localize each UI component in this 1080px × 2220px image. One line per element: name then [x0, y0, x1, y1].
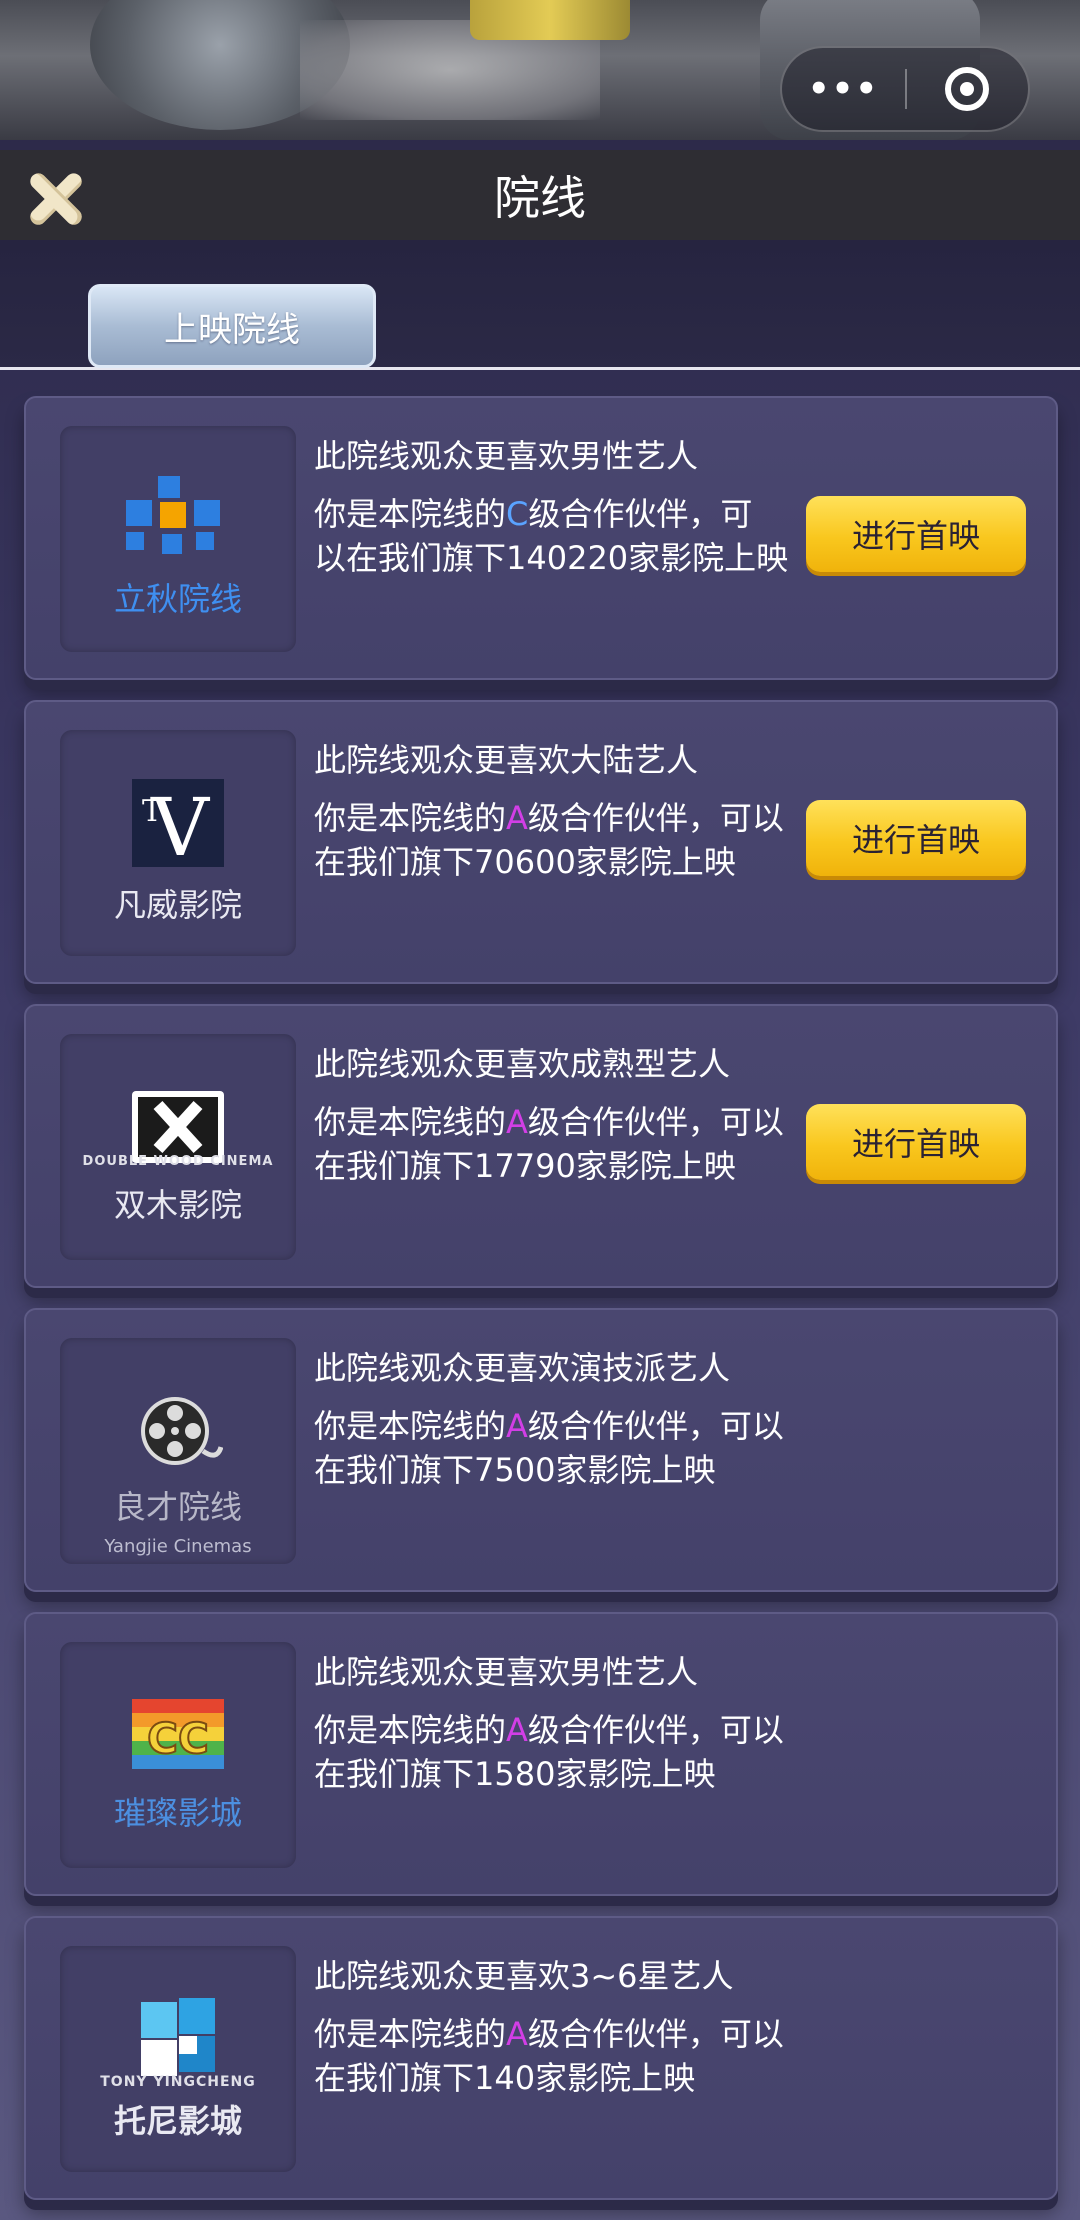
cinema-card: 立秋院线 此院线观众更喜欢男性艺人 你是本院线的C级合作伙伴，可 以在我们旗下1… [24, 396, 1058, 680]
audience-preference: 此院线观众更喜欢演技派艺人 [314, 1349, 731, 1387]
desc-theaters: 在我们旗下7500家影院上映 [314, 1451, 716, 1489]
desc-prefix: 你是本院线的 [314, 495, 507, 533]
partner-grade: A [506, 1103, 528, 1141]
cinema-logo: 立秋院线 [60, 426, 296, 652]
partner-grade: A [506, 1711, 528, 1749]
partner-grade: A [506, 1407, 528, 1445]
cinema-card: DOUBLE WOOD CINEMA 双木影院 此院线观众更喜欢成熟型艺人 你是… [24, 1004, 1058, 1288]
desc-prefix: 你是本院线的 [314, 2015, 507, 2053]
desc-theaters: 在我们旗下70600家影院上映 [314, 843, 736, 881]
close-icon[interactable] [26, 168, 84, 226]
liqiu-logo-icon [60, 464, 296, 574]
premiere-button[interactable]: 进行首映 [806, 800, 1026, 876]
page: ••• 院线 上映院线 立秋院线 此院线观众更喜欢男性艺人 你是本院线的C级合作… [0, 0, 1080, 2220]
desc-suffix: 级合作伙伴，可以 [527, 799, 784, 837]
desc-theaters: 以在我们旗下140220家影院上映 [314, 539, 789, 577]
cinema-info: 此院线观众更喜欢成熟型艺人 你是本院线的A级合作伙伴，可以 在我们旗下17790… [314, 1042, 834, 1188]
partner-grade: C [506, 495, 529, 533]
premiere-button[interactable]: 进行首映 [806, 1104, 1026, 1180]
cinema-info: 此院线观众更喜欢演技派艺人 你是本院线的A级合作伙伴，可以 在我们旗下7500家… [314, 1346, 834, 1492]
cinema-info: 此院线观众更喜欢3~6星艺人 你是本院线的A级合作伙伴，可以 在我们旗下140家… [314, 1954, 834, 2100]
desc-suffix: 级合作伙伴，可以 [527, 1407, 784, 1445]
cinema-logo-name: 璀璨影城 [113, 1794, 242, 1832]
film-reel-icon [60, 1376, 296, 1486]
cinema-card: TONY YINGCHENG 托尼影城 此院线观众更喜欢3~6星艺人 你是本院线… [24, 1916, 1058, 2200]
partner-description: 你是本院线的C级合作伙伴，可 以在我们旗下140220家影院上映 [314, 492, 834, 580]
cinema-logo-name: 立秋院线 [113, 580, 242, 618]
audience-preference: 此院线观众更喜欢大陆艺人 [314, 741, 699, 779]
partner-description: 你是本院线的A级合作伙伴，可以 在我们旗下70600家影院上映 [314, 796, 834, 884]
tab-showing-cinemas[interactable]: 上映院线 [88, 284, 376, 368]
cinema-logo-name: 双木影院 [113, 1186, 242, 1224]
partner-description: 你是本院线的A级合作伙伴，可以 在我们旗下7500家影院上映 [314, 1404, 834, 1492]
desc-theaters: 在我们旗下140家影院上映 [314, 2059, 696, 2097]
cinema-card: V T 凡威影院 此院线观众更喜欢大陆艺人 你是本院线的A级合作伙伴，可以 在我… [24, 700, 1058, 984]
cuican-logo-mark-text: CC [147, 1714, 209, 1763]
cinema-logo: 良才院线 Yangjie Cinemas [60, 1338, 296, 1564]
desc-prefix: 你是本院线的 [314, 799, 507, 837]
cinema-logo-name: 良才院线 [113, 1488, 242, 1526]
cinema-logo: CC 璀璨影城 [60, 1642, 296, 1868]
audience-preference: 此院线观众更喜欢男性艺人 [314, 1653, 699, 1691]
cinema-logo-subtitle: TONY YINGCHENG [100, 2074, 256, 2090]
desc-prefix: 你是本院线的 [314, 1407, 507, 1445]
desc-theaters: 在我们旗下1580家影院上映 [314, 1755, 716, 1793]
cinema-info: 此院线观众更喜欢男性艺人 你是本院线的C级合作伙伴，可 以在我们旗下140220… [314, 434, 834, 580]
more-dots-icon[interactable]: ••• [782, 69, 905, 109]
partner-description: 你是本院线的A级合作伙伴，可以 在我们旗下140家影院上映 [314, 2012, 834, 2100]
cinema-logo-subtitle: Yangjie Cinemas [104, 1536, 252, 1557]
mini-program-capsule: ••• [780, 46, 1030, 132]
cinema-logo-name: 凡威影院 [113, 886, 242, 924]
cinema-info: 此院线观众更喜欢大陆艺人 你是本院线的A级合作伙伴，可以 在我们旗下70600家… [314, 738, 834, 884]
cinema-logo: DOUBLE WOOD CINEMA 双木影院 [60, 1034, 296, 1260]
target-circle-icon[interactable] [907, 67, 1028, 111]
cinema-info: 此院线观众更喜欢男性艺人 你是本院线的A级合作伙伴，可以 在我们旗下1580家影… [314, 1650, 834, 1796]
partner-description: 你是本院线的A级合作伙伴，可以 在我们旗下17790家影院上映 [314, 1100, 834, 1188]
audience-preference: 此院线观众更喜欢3~6星艺人 [314, 1957, 734, 1995]
audience-preference: 此院线观众更喜欢成熟型艺人 [314, 1045, 731, 1083]
desc-suffix: 级合作伙伴，可以 [527, 1711, 784, 1749]
desc-suffix: 级合作伙伴，可以 [527, 2015, 784, 2053]
cinema-logo: V T 凡威影院 [60, 730, 296, 956]
premiere-button[interactable]: 进行首映 [806, 496, 1026, 572]
cinema-card: CC 璀璨影城 此院线观众更喜欢男性艺人 你是本院线的A级合作伙伴，可以 在我们… [24, 1612, 1058, 1896]
cinema-logo-subtitle: DOUBLE WOOD CINEMA [82, 1154, 274, 1169]
page-title: 院线 [494, 171, 586, 225]
cinema-logo: TONY YINGCHENG 托尼影城 [60, 1946, 296, 2172]
cinema-logo-name: 托尼影城 [113, 2102, 242, 2140]
audience-preference: 此院线观众更喜欢男性艺人 [314, 437, 699, 475]
desc-suffix: 级合作伙伴，可以 [527, 1103, 784, 1141]
desc-theaters: 在我们旗下17790家影院上映 [314, 1147, 736, 1185]
fanwei-logo-icon: V T [60, 768, 296, 878]
tab-row: 上映院线 [0, 240, 1080, 370]
partner-grade: A [506, 799, 528, 837]
desc-prefix: 你是本院线的 [314, 1711, 507, 1749]
desc-prefix: 你是本院线的 [314, 1103, 507, 1141]
svg-text:T: T [142, 794, 162, 829]
partner-description: 你是本院线的A级合作伙伴，可以 在我们旗下1580家影院上映 [314, 1708, 834, 1796]
desc-suffix: 级合作伙伴，可 [528, 495, 753, 533]
cinema-card: 良才院线 Yangjie Cinemas 此院线观众更喜欢演技派艺人 你是本院线… [24, 1308, 1058, 1592]
cuican-logo-icon: CC [60, 1680, 296, 1790]
partner-grade: A [506, 2015, 528, 2053]
title-bar: 院线 [0, 150, 1080, 240]
